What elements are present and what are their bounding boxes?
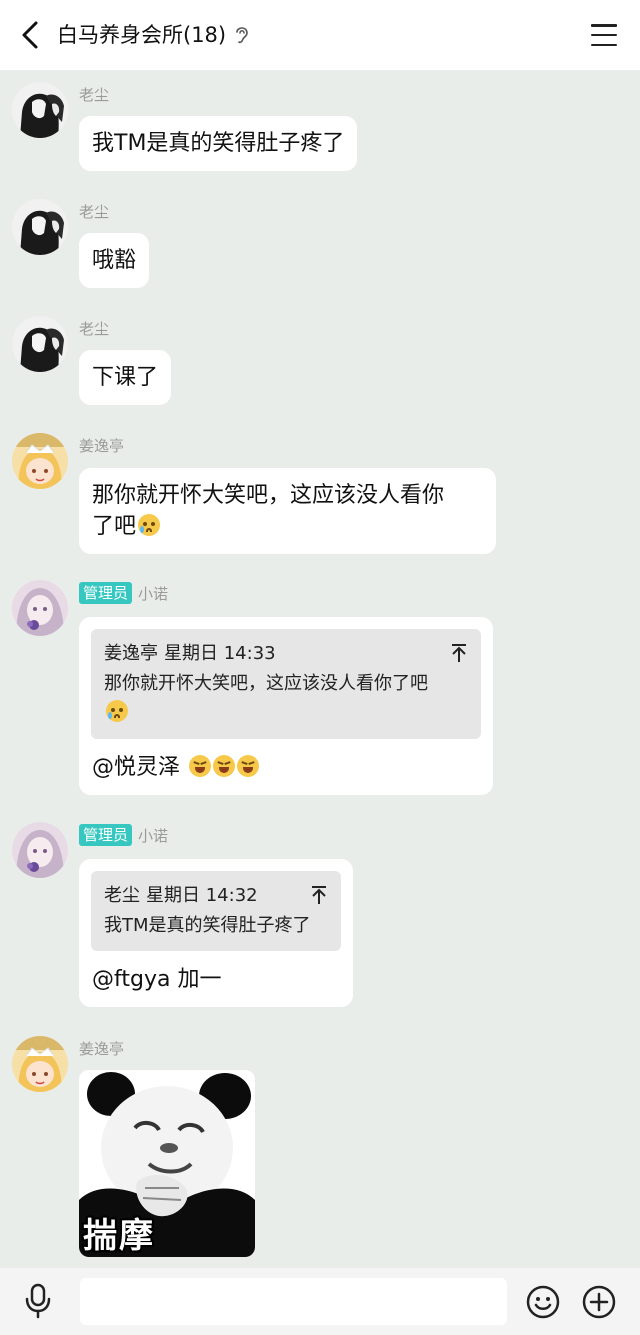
- message-text: 下课了: [92, 365, 159, 390]
- message-list[interactable]: 老尘 我TM是真的笑得肚子疼了 老尘 哦豁 老尘 下课了 姜逸亭 那你就开怀大笑…: [0, 70, 640, 1268]
- avatar[interactable]: [12, 82, 68, 138]
- avatar-image: [12, 199, 68, 255]
- avatar[interactable]: [12, 1036, 68, 1092]
- avatar[interactable]: [12, 822, 68, 878]
- sender-name: 小诺: [138, 826, 169, 845]
- avatar-image: [12, 316, 68, 372]
- avatar-image: [12, 82, 68, 138]
- crying-face-emoji-icon: [138, 514, 161, 536]
- avatar[interactable]: [12, 433, 68, 489]
- message-bubble[interactable]: 姜逸亭 星期日 14:33 那你就开怀大笑吧，这应该没人看你了吧 @悦灵泽: [79, 617, 493, 795]
- sender-name-row: 管理员 小诺: [79, 824, 168, 846]
- plus-circle-icon[interactable]: [582, 1285, 616, 1319]
- menu-icon-bar: [591, 43, 617, 46]
- microphone-icon[interactable]: [22, 1283, 54, 1319]
- message-bubble[interactable]: 哦豁: [79, 233, 150, 288]
- input-bar: [0, 1268, 640, 1335]
- message-input[interactable]: [80, 1278, 507, 1325]
- sender-name-row: 管理员 小诺: [79, 582, 168, 604]
- quote-text: 我TM是真的笑得肚子疼了: [104, 915, 311, 936]
- laughing-face-emoji-icon: [189, 755, 212, 777]
- chat-header: 白马养身会所(18): [0, 0, 640, 70]
- avatar[interactable]: [12, 199, 68, 255]
- menu-icon-bar: [591, 33, 617, 37]
- message-bubble[interactable]: 老尘 星期日 14:32 我TM是真的笑得肚子疼了 @ftgya 加一: [79, 859, 353, 1007]
- message-text: 哦豁: [92, 248, 137, 273]
- sender-name: 老尘: [79, 203, 110, 221]
- message-bubble[interactable]: 我TM是真的笑得肚子疼了: [79, 116, 358, 171]
- back-arrow-icon: [22, 21, 38, 49]
- message-text: 我TM是真的笑得肚子疼了: [92, 131, 345, 156]
- admin-badge: 管理员: [79, 824, 133, 846]
- avatar[interactable]: [12, 316, 68, 372]
- avatar-image: [12, 822, 68, 878]
- chat-title[interactable]: 白马养身会所(18): [57, 20, 226, 50]
- admin-badge: 管理员: [79, 582, 133, 604]
- sender-name: 老尘: [79, 86, 110, 104]
- mention-text: @ftgya 加一: [92, 967, 222, 992]
- reply-text-line: @悦灵泽: [92, 753, 481, 783]
- menu-button[interactable]: [590, 21, 618, 49]
- smiley-icon[interactable]: [526, 1285, 560, 1319]
- sender-name: 姜逸亭: [79, 437, 125, 455]
- quote-text-emoji-line: [104, 699, 469, 729]
- avatar-image: [12, 1036, 68, 1092]
- jump-to-original-icon[interactable]: [311, 885, 327, 905]
- quote-header: 姜逸亭 星期日 14:33: [104, 639, 469, 669]
- quoted-message[interactable]: 姜逸亭 星期日 14:33 那你就开怀大笑吧，这应该没人看你了吧: [91, 629, 481, 739]
- avatar-image: [12, 433, 68, 489]
- message-bubble[interactable]: 那你就开怀大笑吧，这应该没人看你 了吧: [79, 468, 496, 554]
- laughing-face-emoji-icon: [213, 755, 236, 777]
- avatar[interactable]: [12, 580, 68, 636]
- ear-icon: [236, 27, 248, 44]
- quote-sender: 姜逸亭: [104, 643, 158, 664]
- message-text-line: 了吧: [92, 511, 483, 542]
- quote-sender: 老尘: [104, 885, 140, 906]
- mention-text: @悦灵泽: [92, 755, 181, 780]
- quote-time: 星期日 14:33: [164, 643, 276, 664]
- sender-name: 姜逸亭: [79, 1040, 125, 1058]
- quote-header: 老尘 星期日 14:32: [104, 881, 329, 911]
- back-button[interactable]: [12, 17, 48, 53]
- sticker-caption: 揣摩: [83, 1216, 155, 1256]
- message-bubble[interactable]: 下课了: [79, 350, 172, 405]
- message-text-line: 那你就开怀大笑吧，这应该没人看你: [92, 483, 445, 508]
- message-text: 了吧: [92, 514, 137, 539]
- quoted-message[interactable]: 老尘 星期日 14:32 我TM是真的笑得肚子疼了: [91, 871, 341, 951]
- sender-name: 小诺: [138, 584, 169, 603]
- sender-name: 老尘: [79, 320, 110, 338]
- avatar-image: [12, 580, 68, 636]
- crying-face-emoji-icon: [106, 700, 128, 722]
- jump-to-original-icon[interactable]: [451, 643, 467, 663]
- chat-app: 白马养身会所(18) 老尘 我TM是真的笑得肚子疼了 老尘 哦豁 老尘 下课了 …: [0, 0, 640, 1335]
- sticker-image[interactable]: 揣摩: [79, 1070, 255, 1257]
- quote-text: 那你就开怀大笑吧，这应该没人看你了吧: [104, 673, 428, 694]
- menu-icon-bar: [591, 24, 617, 27]
- quote-time: 星期日 14:32: [146, 885, 258, 906]
- laughing-face-emoji-icon: [237, 755, 260, 777]
